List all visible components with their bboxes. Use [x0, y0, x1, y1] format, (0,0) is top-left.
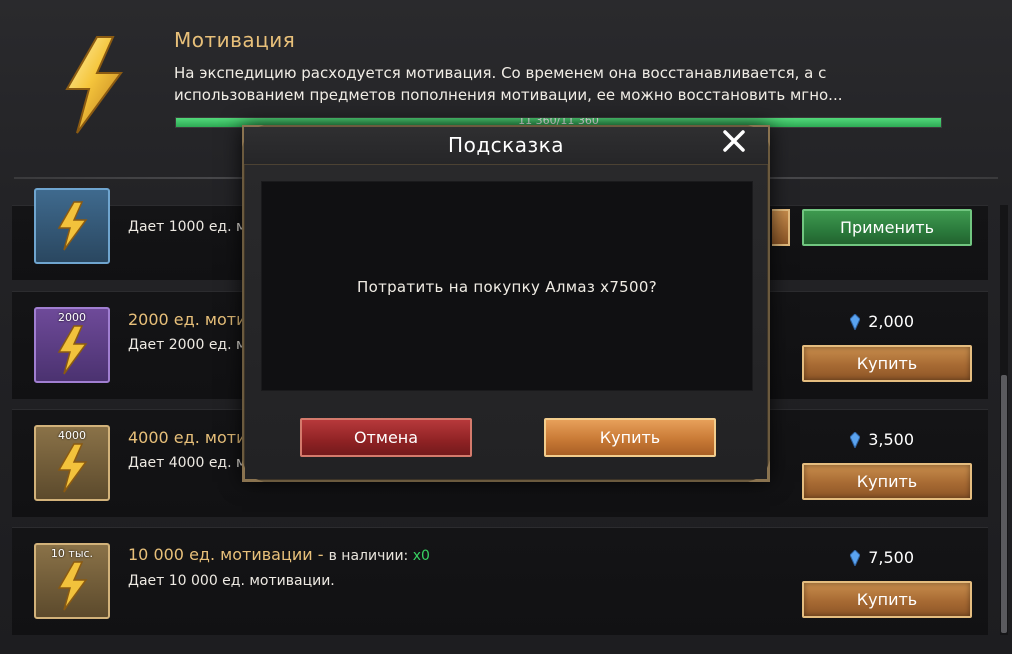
dialog-title: Подсказка: [448, 133, 564, 157]
dialog-header: Подсказка: [244, 127, 768, 165]
motivation-window: Мотивация На экспедицию расходуется моти…: [0, 0, 1012, 654]
corner-ornament: [748, 460, 770, 482]
dialog-body: Потратить на покупку Алмаз x7500?: [261, 181, 753, 391]
cancel-button[interactable]: Отмена: [300, 418, 472, 457]
corner-ornament: [242, 460, 264, 482]
hint-dialog: Подсказка Потратить на покупку Алмаз x75…: [242, 125, 770, 482]
close-icon[interactable]: [720, 127, 748, 155]
modal-overlay: Подсказка Потратить на покупку Алмаз x75…: [0, 0, 1012, 654]
dialog-message: Потратить на покупку Алмаз x7500?: [357, 278, 657, 296]
confirm-buy-button[interactable]: Купить: [544, 418, 716, 457]
